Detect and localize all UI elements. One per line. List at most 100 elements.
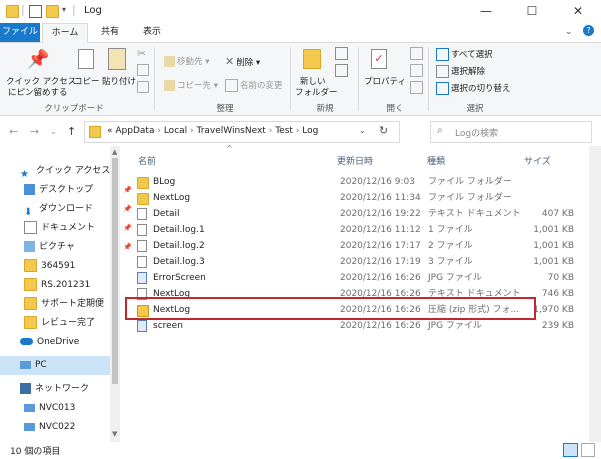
folder-icon xyxy=(24,278,37,291)
nav-item-label: デスクトップ xyxy=(39,185,94,195)
file-type: JPG ファイル xyxy=(428,273,482,283)
easy-access-icon[interactable] xyxy=(335,64,348,77)
breadcrumb-item[interactable]: Test xyxy=(275,126,293,136)
breadcrumb-overflow[interactable]: « xyxy=(107,126,113,136)
status-bar: 10 個の項目 xyxy=(0,442,601,459)
select-all-button[interactable]: すべて選択 xyxy=(436,48,493,61)
nav-item-pc[interactable]: PC xyxy=(0,356,110,375)
history-icon[interactable] xyxy=(410,81,423,94)
breadcrumb-item[interactable]: TravelWinsNext xyxy=(197,126,266,136)
copy-button[interactable]: コピー xyxy=(74,75,100,87)
address-dropdown-icon[interactable]: ⌄ xyxy=(359,126,366,135)
file-name: BLog xyxy=(153,177,176,187)
nav-item-label: クイック アクセス xyxy=(36,166,111,176)
expand-ribbon-icon[interactable]: ⌄ xyxy=(565,27,573,37)
rename-button[interactable]: 名前の変更 xyxy=(225,79,283,92)
column-header-date[interactable]: 更新日時 xyxy=(337,154,373,167)
breadcrumb-item[interactable]: AppData xyxy=(115,126,154,136)
move-to-button[interactable]: 移動先 ▾ xyxy=(164,55,209,67)
download-icon: ⬇ xyxy=(24,207,33,218)
tab-file[interactable]: ファイル xyxy=(0,23,40,42)
nav-item-label: OneDrive xyxy=(37,337,80,347)
ribbon-tabs: ファイル ホーム 共有 表示 ⌄ ? xyxy=(0,23,601,43)
file-row[interactable]: Detail 2020/12/16 19:22 テキスト ドキュメント 407 … xyxy=(132,206,582,222)
scrollbar-thumb[interactable] xyxy=(112,158,118,384)
new-item-icon[interactable] xyxy=(335,47,348,60)
copy-to-button[interactable]: コピー先 ▾ xyxy=(164,79,218,91)
breadcrumb-item[interactable]: Log xyxy=(302,126,318,136)
maximize-button[interactable]: ☐ xyxy=(509,0,555,23)
address-input[interactable]: « AppData › Local › TravelWinsNext › Tes… xyxy=(84,121,400,143)
scroll-down-icon[interactable]: ▼ xyxy=(112,430,117,438)
invert-selection-button[interactable]: 選択の切り替え xyxy=(436,82,511,95)
copy-icon xyxy=(78,49,94,69)
recent-locations-icon[interactable]: ⌄ xyxy=(50,127,57,136)
breadcrumb-item[interactable]: Local xyxy=(164,126,187,136)
file-icon xyxy=(137,240,147,252)
paste-button[interactable]: 貼り付け xyxy=(102,75,136,87)
forward-arrow-icon[interactable]: → xyxy=(30,125,39,138)
nav-item-label: ネットワーク xyxy=(35,384,90,394)
copy-to-label: コピー先 xyxy=(177,81,212,91)
properties-quick-icon[interactable] xyxy=(29,5,42,18)
file-row[interactable]: Detail.log.3 2020/12/16 17:19 3 ファイル 1,0… xyxy=(132,254,582,270)
invert-selection-label: 選択の切り替え xyxy=(451,84,511,94)
computer-icon xyxy=(24,403,35,412)
tab-home[interactable]: ホーム xyxy=(42,23,88,43)
nav-item-label: レビュー完了 xyxy=(41,318,96,328)
details-view-icon[interactable] xyxy=(563,443,578,457)
file-size: 407 KB xyxy=(541,209,574,219)
column-header-name[interactable]: 名前 xyxy=(138,154,156,167)
minimize-button[interactable]: — xyxy=(463,0,509,23)
file-row[interactable]: Detail.log.1 2020/12/16 11:12 1 ファイル 1,0… xyxy=(132,222,582,238)
file-row[interactable]: Detail.log.2 2020/12/16 17:17 2 ファイル 1,0… xyxy=(132,238,582,254)
column-header-type[interactable]: 種類 xyxy=(427,154,445,167)
open-icon[interactable] xyxy=(410,47,423,60)
properties-icon: ✓ xyxy=(371,49,387,69)
delete-label: 削除 xyxy=(236,58,254,68)
pictures-icon xyxy=(24,241,35,252)
delete-button[interactable]: ✕ 削除 ▾ xyxy=(225,55,260,68)
close-button[interactable]: ✕ xyxy=(555,0,601,23)
file-date: 2020/12/16 17:19 xyxy=(340,257,421,267)
back-arrow-icon[interactable]: ← xyxy=(9,125,18,138)
scroll-up-icon[interactable]: ▲ xyxy=(112,148,117,156)
move-to-icon xyxy=(164,56,175,67)
properties-button[interactable]: プロパティ xyxy=(364,75,406,87)
nav-item-label: RS.201231 xyxy=(41,280,91,290)
large-icons-view-icon[interactable] xyxy=(581,443,595,457)
file-type: ファイル フォルダー xyxy=(428,193,512,203)
file-list-scrollbar[interactable] xyxy=(589,146,601,442)
network-icon xyxy=(20,383,31,394)
file-type: ファイル フォルダー xyxy=(428,177,512,187)
pin-icon: 📌 xyxy=(27,49,50,70)
new-folder-label-2[interactable]: フォルダー xyxy=(295,86,338,98)
customize-toolbar-icon[interactable]: ▾ xyxy=(62,5,66,14)
help-icon[interactable]: ? xyxy=(583,25,594,36)
file-row[interactable]: screen 2020/12/16 16:26 JPG ファイル 239 KB xyxy=(132,318,582,334)
file-row[interactable]: BLog 2020/12/16 9:03 ファイル フォルダー xyxy=(132,174,582,190)
edit-icon[interactable] xyxy=(410,64,423,77)
select-none-button[interactable]: 選択解除 xyxy=(436,65,485,78)
tab-share[interactable]: 共有 xyxy=(90,23,130,42)
file-type: JPG ファイル xyxy=(428,321,482,331)
new-folder-quick-icon[interactable] xyxy=(46,5,59,18)
nav-scrollbar[interactable]: ▲ ▼ xyxy=(110,146,120,442)
file-type: 1 ファイル xyxy=(428,225,473,235)
up-arrow-icon[interactable]: ↑ xyxy=(67,125,76,138)
tab-view[interactable]: 表示 xyxy=(132,23,172,42)
file-row[interactable]: NextLog 2020/12/16 11:34 ファイル フォルダー xyxy=(132,190,582,206)
new-group-label: 新規 xyxy=(316,104,334,114)
invert-selection-icon xyxy=(436,82,449,95)
column-header-size[interactable]: サイズ xyxy=(524,154,551,167)
file-row[interactable]: ErrorScreen 2020/12/16 16:26 JPG ファイル 70… xyxy=(132,270,582,286)
paste-shortcut-icon[interactable] xyxy=(137,81,149,93)
copy-path-icon[interactable] xyxy=(137,64,149,76)
address-bar-row: ← → ⌄ ↑ « AppData › Local › TravelWinsNe… xyxy=(0,116,601,146)
search-input[interactable]: ⌕ Logの検索 xyxy=(430,121,592,143)
highlight-box xyxy=(125,297,536,320)
file-size: 1,001 KB xyxy=(533,241,574,251)
cut-icon[interactable]: ✂ xyxy=(137,47,146,60)
refresh-icon[interactable]: ↻ xyxy=(379,124,388,137)
pin-quick-access-label-2[interactable]: にピン留めする xyxy=(8,86,68,98)
